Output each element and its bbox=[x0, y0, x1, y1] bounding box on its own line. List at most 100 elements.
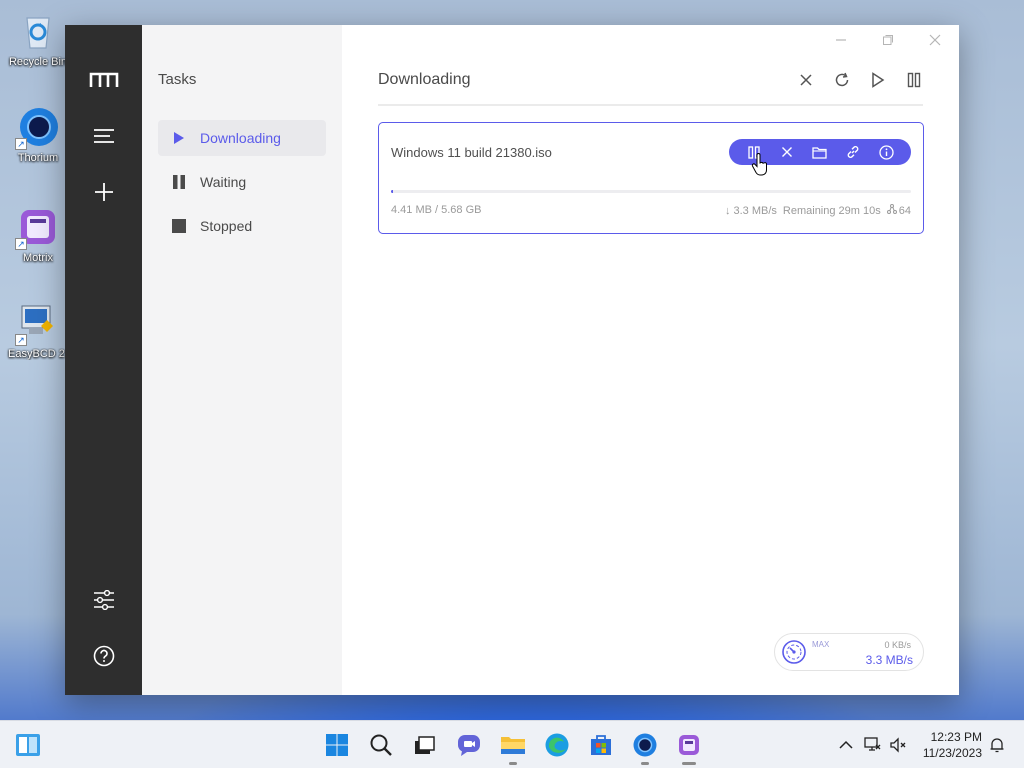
close-window-button[interactable] bbox=[918, 29, 952, 51]
chevron-up-icon bbox=[839, 740, 853, 749]
refresh-button[interactable] bbox=[831, 69, 853, 91]
motrix-window: Tasks Downloading Waiting Stopped Downlo… bbox=[65, 25, 959, 695]
show-hidden-icons-button[interactable] bbox=[836, 735, 856, 755]
task-remaining: Remaining 29m 10s bbox=[782, 204, 881, 217]
sidebar-item-waiting[interactable]: Waiting bbox=[158, 164, 326, 200]
volume-muted-icon bbox=[890, 737, 906, 753]
logo-icon[interactable] bbox=[65, 62, 142, 98]
sidebar-item-stopped[interactable]: Stopped bbox=[158, 208, 326, 244]
task-size: 4.41 MB / 5.68 GB bbox=[391, 204, 482, 216]
motrix-taskbar-icon bbox=[679, 735, 699, 755]
task-delete-button[interactable] bbox=[777, 142, 797, 162]
desktop-icon-label: EasyBCD 2. bbox=[8, 348, 68, 360]
file-explorer-button[interactable] bbox=[499, 731, 527, 765]
notification-bell-icon bbox=[990, 738, 1004, 753]
running-indicator bbox=[641, 762, 649, 765]
widgets-button[interactable] bbox=[14, 731, 42, 759]
task-progress-fill bbox=[391, 190, 393, 193]
task-info-button[interactable] bbox=[876, 142, 896, 162]
connections-icon bbox=[886, 204, 897, 217]
close-icon bbox=[781, 147, 792, 157]
preferences-icon[interactable] bbox=[65, 582, 142, 618]
shortcut-arrow-icon: ↗ bbox=[15, 238, 27, 250]
page-title: Downloading bbox=[378, 71, 471, 88]
task-copy-link-button[interactable] bbox=[843, 142, 863, 162]
motrix-icon: ↗ bbox=[15, 206, 59, 250]
edge-button[interactable] bbox=[543, 731, 571, 759]
sidebar-title: Tasks bbox=[158, 71, 197, 88]
download-speed: 3.3 MB/s bbox=[865, 653, 913, 667]
store-button[interactable] bbox=[587, 731, 615, 759]
pause-icon bbox=[907, 72, 921, 88]
network-button[interactable] bbox=[863, 735, 883, 755]
taskbar: 12:23 PM 11/23/2023 bbox=[0, 720, 1024, 768]
widgets-icon bbox=[16, 734, 40, 756]
task-speed: ↓ 3.3 MB/s bbox=[724, 204, 777, 217]
task-view-button[interactable] bbox=[410, 731, 438, 759]
maximize-button[interactable] bbox=[871, 29, 905, 51]
main-toolbar bbox=[795, 69, 925, 91]
start-button[interactable] bbox=[323, 731, 351, 759]
search-button[interactable] bbox=[367, 731, 395, 759]
clock-date: 11/23/2023 bbox=[922, 746, 982, 760]
recycle-bin-icon bbox=[17, 10, 59, 52]
hand-cursor-icon bbox=[751, 153, 767, 176]
easybcd-icon: ↗ bbox=[15, 302, 59, 346]
desktop-icon-label: Thorium bbox=[17, 152, 59, 164]
app-rail bbox=[65, 25, 142, 695]
info-icon bbox=[879, 144, 894, 160]
sidebar-item-label: Downloading bbox=[200, 130, 281, 146]
desktop-icon-label: Motrix bbox=[23, 252, 53, 264]
task-view-icon bbox=[415, 736, 435, 754]
shortcut-arrow-icon: ↗ bbox=[15, 138, 27, 150]
chat-button[interactable] bbox=[455, 731, 483, 759]
sidebar-item-downloading[interactable]: Downloading bbox=[158, 120, 326, 156]
speedometer-gauge-icon bbox=[781, 639, 807, 665]
resume-all-button[interactable] bbox=[867, 69, 889, 91]
task-connections: 64 bbox=[898, 204, 911, 217]
task-sidebar: Tasks Downloading Waiting Stopped bbox=[142, 25, 342, 695]
network-icon bbox=[864, 737, 881, 751]
clock[interactable]: 12:23 PM 11/23/2023 bbox=[923, 729, 982, 761]
task-name: Windows 11 build 21380.iso bbox=[391, 145, 552, 160]
edge-icon bbox=[545, 733, 569, 757]
file-explorer-icon bbox=[501, 737, 525, 754]
desktop-icon-thorium[interactable]: ↗ Thorium bbox=[2, 106, 74, 164]
desktop-icon-recycle-bin[interactable]: Recycle Bin bbox=[2, 10, 74, 68]
start-icon bbox=[326, 734, 348, 756]
thorium-browser-icon: ↗ bbox=[15, 106, 59, 150]
motrix-taskbar-button[interactable] bbox=[675, 731, 703, 765]
speed-limit-label: MAX bbox=[812, 640, 830, 649]
task-open-folder-button[interactable] bbox=[810, 142, 830, 162]
title-divider bbox=[378, 104, 923, 106]
add-icon[interactable] bbox=[65, 174, 142, 210]
link-icon bbox=[847, 146, 859, 158]
task-progress-bar bbox=[391, 190, 911, 193]
desktop-icon-motrix[interactable]: ↗ Motrix bbox=[2, 206, 74, 264]
delete-all-button[interactable] bbox=[795, 69, 817, 91]
pause-all-button[interactable] bbox=[903, 69, 925, 91]
task-item[interactable]: Windows 11 build 21380.iso 4.41 MB / 5.6… bbox=[378, 122, 924, 234]
notifications-button[interactable] bbox=[987, 735, 1007, 755]
sidebar-item-label: Waiting bbox=[200, 174, 247, 190]
folder-icon bbox=[812, 146, 828, 159]
menu-icon[interactable] bbox=[65, 118, 142, 154]
search-icon bbox=[370, 734, 392, 756]
running-indicator bbox=[509, 762, 517, 765]
desktop-icon-label: Recycle Bin bbox=[8, 56, 68, 68]
speedometer[interactable]: MAX 0 KB/s 3.3 MB/s bbox=[774, 633, 924, 671]
main-panel: Downloading Windows 11 build 21380.iso 4… bbox=[342, 25, 959, 695]
clock-time: 12:23 PM bbox=[930, 730, 982, 744]
desktop-icon-easybcd[interactable]: ↗ EasyBCD 2. bbox=[2, 302, 74, 360]
thorium-icon bbox=[633, 733, 657, 757]
running-indicator bbox=[682, 762, 696, 765]
refresh-icon bbox=[835, 72, 849, 87]
play-icon bbox=[872, 72, 885, 88]
volume-button[interactable] bbox=[889, 735, 909, 755]
task-meta: ↓ 3.3 MB/s Remaining 29m 10s 64 bbox=[725, 204, 911, 217]
upload-speed: 0 KB/s bbox=[884, 640, 911, 650]
thorium-taskbar-button[interactable] bbox=[631, 731, 659, 765]
chat-icon bbox=[458, 735, 480, 756]
help-icon[interactable] bbox=[65, 638, 142, 674]
minimize-button[interactable] bbox=[824, 29, 858, 51]
